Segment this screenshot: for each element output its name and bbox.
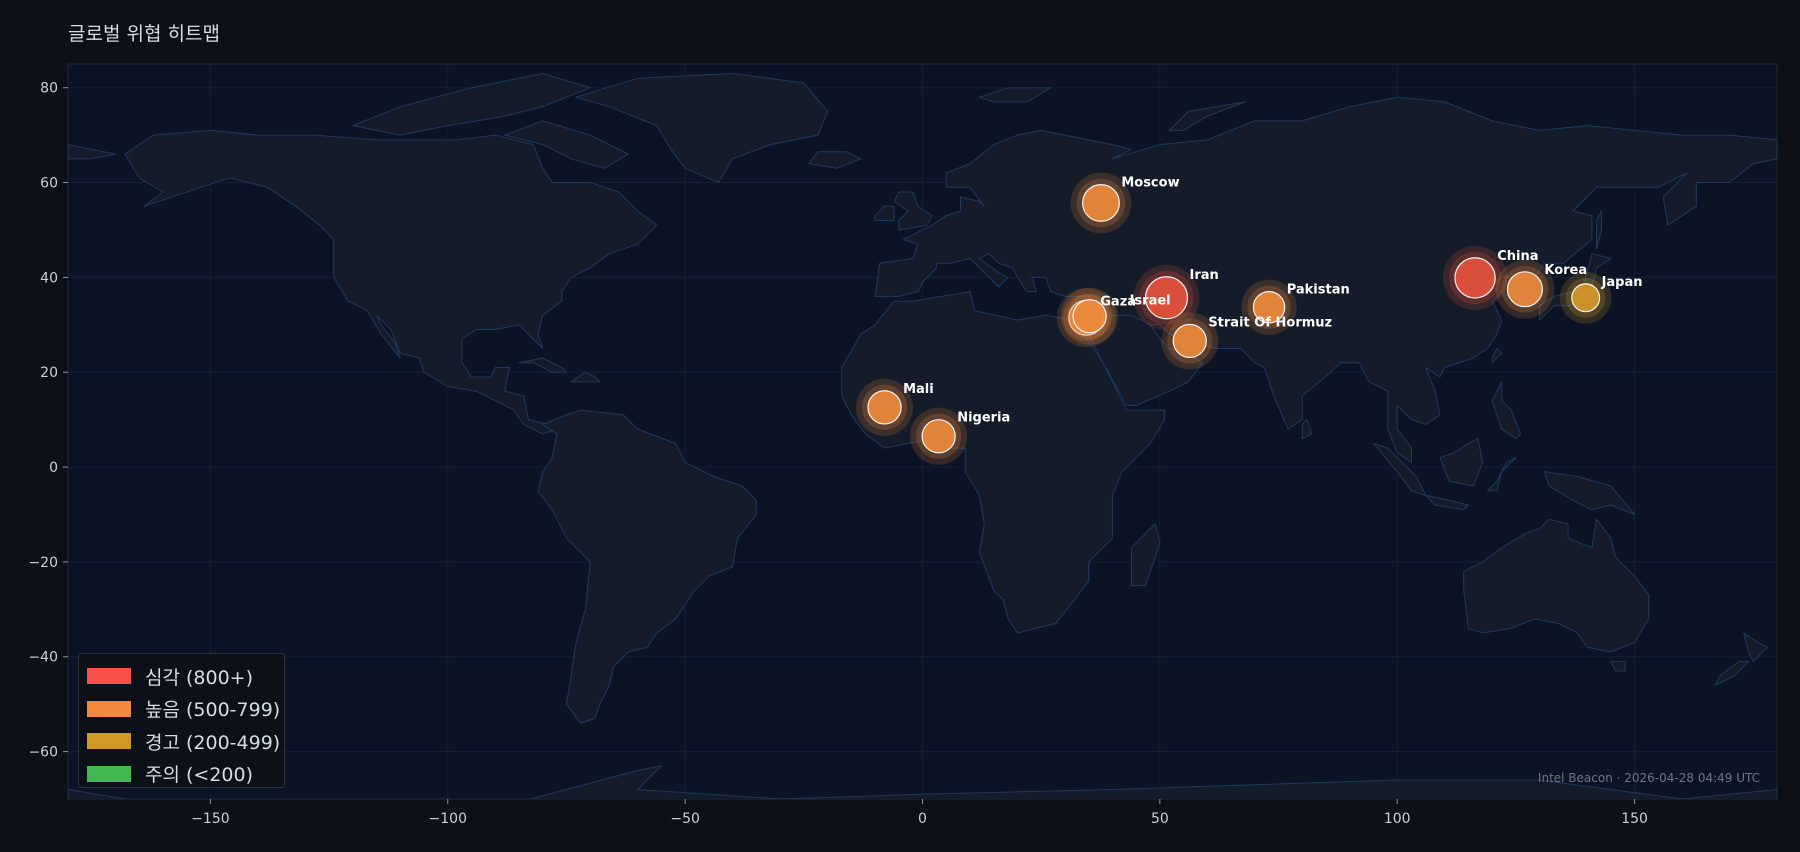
legend-swatch-warning [87, 733, 131, 750]
threat-marker [1571, 283, 1601, 313]
legend-label-high: 높음 (500-799) [145, 699, 281, 722]
legend-swatch-critical [87, 668, 131, 685]
legend-swatch-high [87, 700, 131, 717]
x-tick-label: 150 [1621, 811, 1648, 827]
threat-label: Iran [1190, 268, 1219, 283]
severity-legend: 심각 (800+) 높음 (500-799) 경고 (200-499) 주의 (… [78, 653, 285, 788]
threat-label: Mali [903, 382, 934, 397]
threat-label: Strait Of Hormuz [1208, 315, 1332, 330]
x-tick-label: −50 [670, 811, 700, 827]
legend-label-warning: 경고 (200-499) [145, 731, 281, 754]
threat-marker [1454, 257, 1496, 299]
x-tick-label: −100 [429, 811, 467, 827]
y-tick-label: 40 [40, 270, 58, 286]
y-tick-label: 0 [49, 460, 58, 476]
y-tick-label: −60 [28, 745, 58, 761]
threat-marker [921, 419, 956, 454]
threat-label: Nigeria [957, 411, 1010, 426]
x-tick-label: 50 [1151, 811, 1169, 827]
threat-marker [1506, 271, 1543, 308]
x-tick-label: −150 [191, 811, 229, 827]
threat-label: Korea [1544, 263, 1587, 278]
watermark-text: Intel Beacon · 2026-04-28 04:49 UTC [1537, 771, 1760, 785]
threat-label: Pakistan [1287, 283, 1350, 298]
legend-item-critical: 심각 (800+) [87, 660, 284, 693]
threat-label: China [1497, 249, 1538, 264]
x-tick-label: 100 [1384, 811, 1411, 827]
y-tick-label: −40 [28, 650, 58, 666]
legend-label-critical: 심각 (800+) [145, 666, 254, 689]
threat-label: Moscow [1121, 176, 1179, 191]
threat-label: Japan [1601, 275, 1643, 290]
x-tick-label: 0 [918, 811, 927, 827]
legend-item-warning: 경고 (200-499) [87, 725, 284, 758]
threat-marker [867, 390, 902, 425]
y-tick-label: 80 [40, 81, 58, 97]
legend-swatch-caution [87, 765, 131, 782]
y-tick-label: −20 [28, 555, 58, 571]
threat-marker [1172, 323, 1207, 359]
y-tick-label: 60 [40, 176, 58, 192]
y-tick-label: 20 [40, 365, 58, 381]
threat-label: Israel [1130, 293, 1171, 308]
legend-item-caution: 주의 (<200) [87, 758, 284, 791]
legend-item-high: 높음 (500-799) [87, 693, 284, 726]
legend-label-caution: 주의 (<200) [145, 764, 254, 787]
threat-marker [1082, 184, 1120, 222]
